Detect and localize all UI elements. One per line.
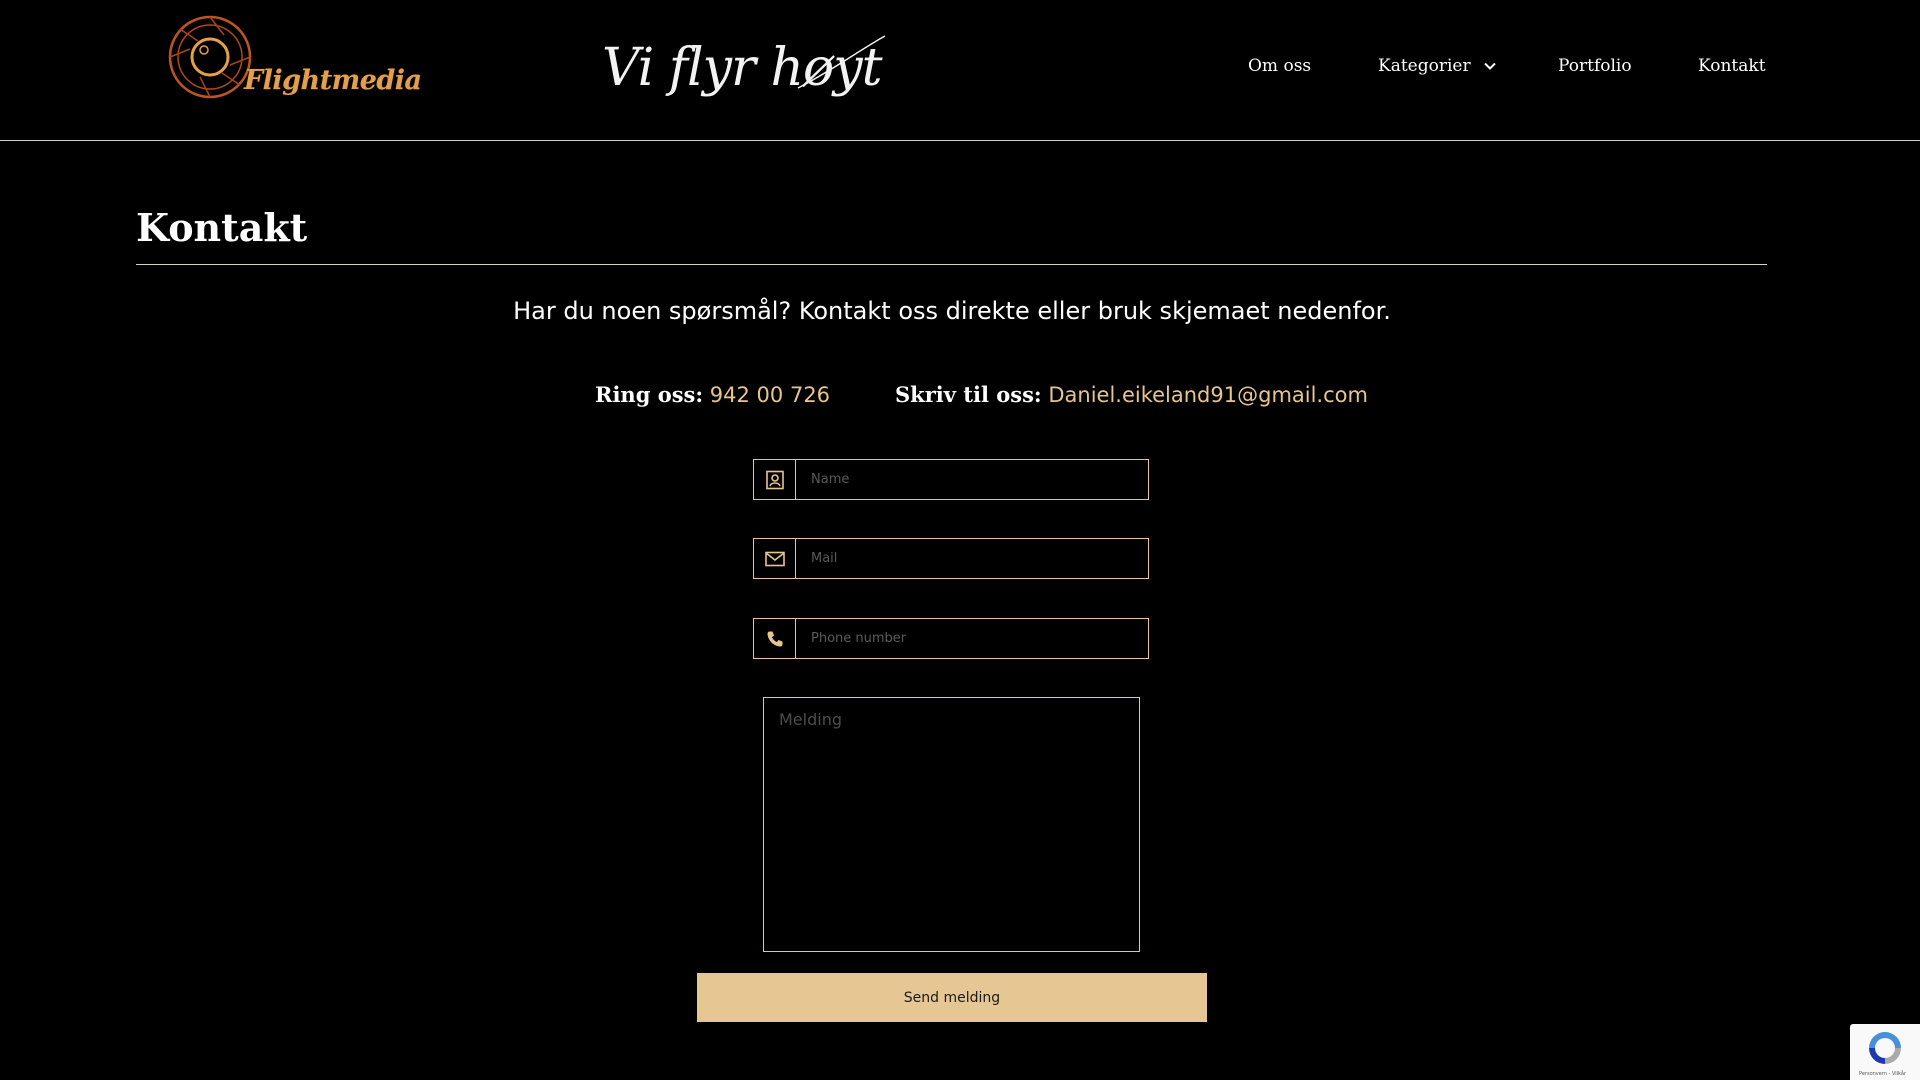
nav-kategorier-label: Kategorier <box>1378 56 1471 76</box>
nav-om-oss[interactable]: Om oss <box>1248 56 1311 76</box>
title-divider <box>136 264 1767 265</box>
mail-field <box>753 538 1149 579</box>
phone-link[interactable]: 942 00 726 <box>710 383 830 407</box>
nav-kontakt[interactable]: Kontakt <box>1698 56 1766 76</box>
mail-input[interactable] <box>796 539 1148 578</box>
email-contact: Skriv til oss: Daniel.eikeland91@gmail.c… <box>895 382 1368 407</box>
chevron-down-icon <box>1483 62 1496 70</box>
send-button[interactable]: Send melding <box>697 973 1207 1022</box>
email-label: Skriv til oss: <box>895 382 1042 407</box>
name-field <box>753 459 1149 500</box>
nav-kategorier[interactable]: Kategorier <box>1378 56 1497 76</box>
message-textarea[interactable] <box>763 697 1140 952</box>
nav-portfolio[interactable]: Portfolio <box>1558 56 1632 76</box>
main-nav: Om oss Kategorier Portfolio Kontakt <box>0 56 1920 86</box>
page-title: Kontakt <box>136 205 308 250</box>
phone-label: Ring oss: <box>595 382 704 407</box>
phone-input[interactable] <box>796 619 1148 658</box>
contact-card-icon <box>754 460 796 499</box>
phone-field <box>753 618 1149 659</box>
phone-contact: Ring oss: 942 00 726 <box>595 382 830 407</box>
intro-text: Har du noen spørsmål? Kontakt oss direkt… <box>513 297 1391 325</box>
name-input[interactable] <box>796 460 1148 499</box>
envelope-icon <box>754 539 796 578</box>
email-link[interactable]: Daniel.eikeland91@gmail.com <box>1048 383 1368 407</box>
site-header: Flightmedia Vi flyr høyt Om oss Kategori… <box>0 0 1920 141</box>
recaptcha-text[interactable]: Personvern - Vilkår <box>1859 1071 1906 1077</box>
recaptcha-badge[interactable]: Personvern - Vilkår <box>1850 1024 1920 1080</box>
recaptcha-icon <box>1869 1032 1901 1064</box>
phone-icon <box>754 619 796 658</box>
